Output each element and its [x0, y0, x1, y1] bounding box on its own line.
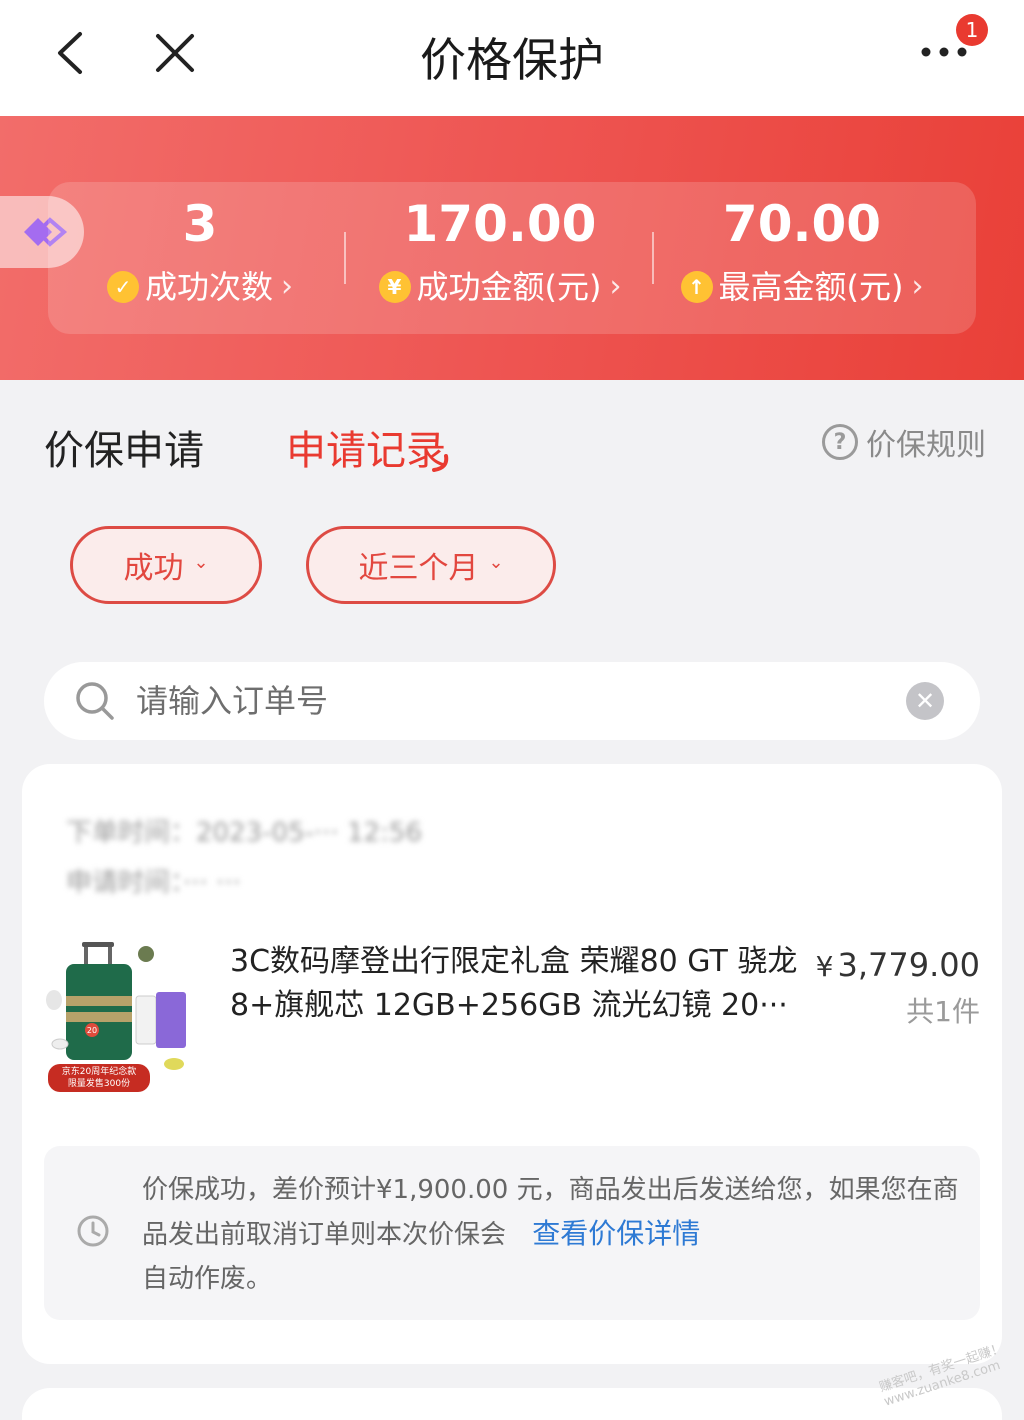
rules-label: 价保规则	[866, 428, 986, 463]
status-filter-dropdown[interactable]: 成功 ⌄	[70, 526, 262, 604]
check-circle-icon: ✓	[106, 271, 139, 303]
active-tab-indicator	[432, 454, 449, 472]
clear-search-icon[interactable]: ✕	[906, 682, 944, 720]
notice-tail: 自动作废。	[142, 1264, 273, 1294]
max-amount-value: 70.00	[722, 195, 882, 253]
tab-price-protect-apply[interactable]: 价保申请	[44, 418, 204, 476]
commemorative-tag: 京东20周年纪念款 限量发售300份	[48, 1064, 150, 1092]
chevron-right-icon: ›	[609, 269, 622, 304]
order-time-text: 下单时间：2023-05-··· 12:56	[66, 818, 423, 848]
price-protect-notice: 价保成功，差价预计¥1,900.00 元，商品发出后发送给您，如果您在商品发出前…	[44, 1146, 980, 1320]
stat-max-amount[interactable]: 70.00 ↑ 最高金额(元) ›	[674, 194, 930, 312]
tab-apply-records-label: 申请记录	[286, 428, 446, 474]
price-value: 3,779.00	[837, 946, 981, 984]
chevron-right-icon: ›	[281, 269, 293, 304]
notice-text: 价保成功，差价预计¥1,900.00 元，商品发出后发送给您，如果您在商品发出前…	[142, 1168, 962, 1301]
product-name[interactable]: 3C数码摩登出行限定礼盒 荣耀80 GT 骁龙8+旗舰芯 12GB+256GB …	[230, 940, 830, 1028]
view-details-link[interactable]: 查看价保详情	[532, 1217, 700, 1250]
stat-success-count[interactable]: 3 ✓ 成功次数 ›	[100, 194, 300, 312]
product-image: 20	[46, 942, 186, 1070]
status-filter-value: 成功	[123, 551, 184, 586]
thumb-badge-text: 20	[87, 1026, 97, 1035]
stat-divider	[344, 232, 346, 284]
time-range-filter-value: 近三个月	[358, 551, 479, 586]
next-order-card[interactable]	[22, 1388, 1002, 1420]
product-thumbnail[interactable]: 20 京东20周年纪念款 限量发售300份	[46, 940, 204, 1102]
success-count-value: 3	[182, 195, 218, 253]
chevron-down-icon: ⌄	[193, 551, 209, 573]
order-number-input[interactable]	[136, 672, 896, 730]
time-range-filter-dropdown[interactable]: 近三个月 ⌄	[306, 526, 556, 604]
search-icon	[76, 682, 114, 720]
thumb-tag-line1: 京东20周年纪念款	[61, 1067, 137, 1077]
product-quantity: 共1件	[906, 995, 980, 1028]
success-amount-value: 170.00	[403, 195, 597, 253]
yen-coin-icon: ¥	[378, 271, 411, 303]
apply-time-text: 申请时间：··· ···	[66, 868, 241, 898]
question-circle-icon: ?	[822, 424, 858, 460]
chevron-down-icon: ⌄	[488, 551, 504, 573]
order-search-bar: ✕	[44, 662, 980, 740]
price-currency: ¥	[815, 950, 834, 983]
stat-divider	[652, 232, 654, 284]
success-count-label: 成功次数	[144, 268, 273, 306]
clock-icon	[77, 1215, 109, 1247]
page-title: 价格保护	[420, 33, 604, 87]
arrow-up-circle-icon: ↑	[680, 271, 713, 303]
thumb-tag-line2: 限量发售300份	[67, 1079, 131, 1089]
chevron-right-icon: ›	[911, 269, 924, 304]
product-price: ¥3,779.00	[816, 946, 980, 984]
top-bar: 价格保护 1	[0, 0, 1024, 116]
notification-badge: 1	[956, 14, 988, 46]
success-amount-label: 成功金额(元)	[416, 268, 602, 306]
max-amount-label: 最高金额(元)	[718, 268, 904, 306]
price-protect-rules-link[interactable]: ? 价保规则	[822, 420, 986, 464]
order-record-card[interactable]: 下单时间：2023-05-··· 12:56 申请时间：··· ··· 20 京…	[22, 764, 1002, 1364]
stats-banner: 3 ✓ 成功次数 › 170.00 ¥ 成功金额(元) › 70.00 ↑ 最高…	[0, 116, 1024, 380]
stat-success-amount[interactable]: 170.00 ¥ 成功金额(元) ›	[372, 194, 628, 312]
tab-apply-records[interactable]: 申请记录	[286, 418, 449, 476]
